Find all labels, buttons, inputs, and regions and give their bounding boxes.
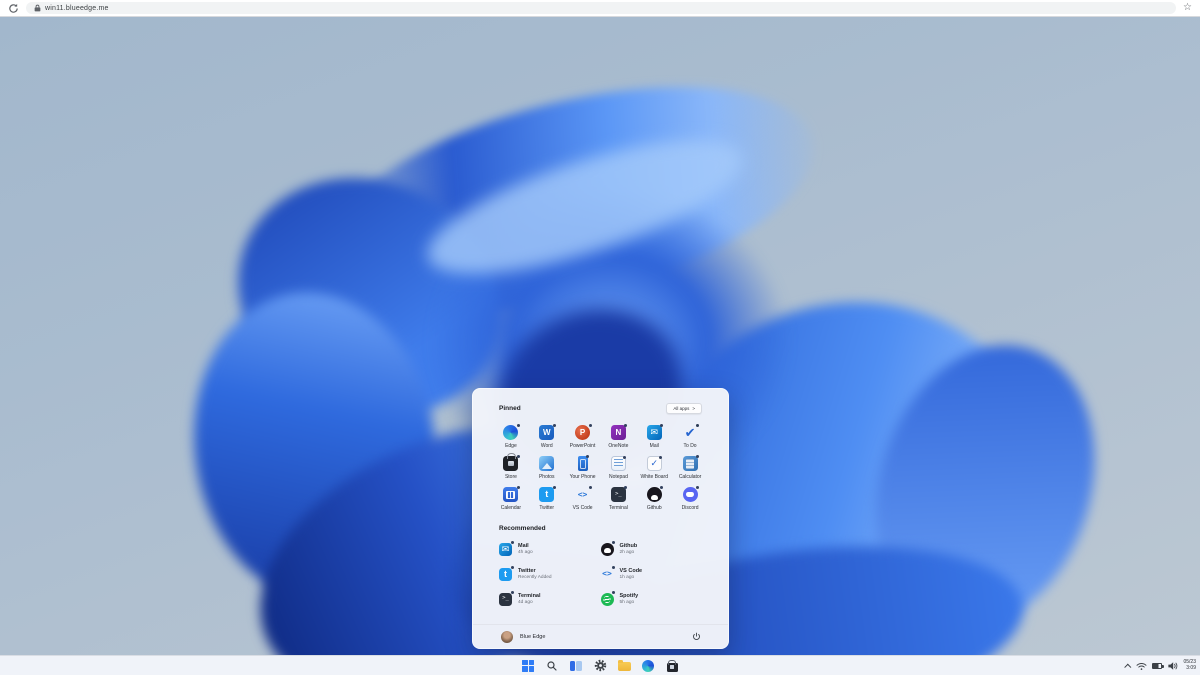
pinned-app-whiteboard[interactable]: ✓ White Board xyxy=(636,453,672,484)
search-button[interactable] xyxy=(545,658,560,673)
recommended-grid: ✉ Mail 4h ago Github 2h ago t Twitter Re… xyxy=(473,536,728,610)
onenote-icon: N xyxy=(611,425,626,440)
pinned-app-todo[interactable]: ✔ To Do xyxy=(672,422,708,453)
edge-button[interactable] xyxy=(641,658,656,673)
browser-toolbar: win11.blueedge.me ☆ xyxy=(0,0,1200,17)
vscode-icon: <> xyxy=(601,568,614,581)
bookmark-star-icon[interactable]: ☆ xyxy=(1183,3,1192,13)
recommended-terminal[interactable]: >_ Terminal 4d ago xyxy=(499,588,601,610)
your-phone-icon xyxy=(578,456,588,471)
pinned-app-powerpoint[interactable]: P PowerPoint xyxy=(565,422,601,453)
all-apps-button[interactable]: All apps > xyxy=(666,403,702,414)
github-icon xyxy=(601,543,614,556)
battery-icon[interactable] xyxy=(1152,663,1162,669)
mail-icon: ✉ xyxy=(647,425,662,440)
search-icon xyxy=(546,660,558,672)
file-explorer-button[interactable] xyxy=(617,658,632,673)
spotify-icon xyxy=(601,593,614,606)
reload-icon[interactable] xyxy=(8,3,19,14)
pinned-app-edge[interactable]: Edge xyxy=(493,422,529,453)
pinned-app-vscode[interactable]: <> VS Code xyxy=(565,484,601,515)
pinned-app-calculator[interactable]: Calculator xyxy=(672,453,708,484)
notepad-icon xyxy=(611,456,626,471)
pinned-apps-grid: Edge W Word P PowerPoint N OneNote ✉ Mai… xyxy=(473,418,728,515)
recommended-section-title: Recommended xyxy=(473,515,728,536)
url-text: win11.blueedge.me xyxy=(45,5,109,12)
recommended-github[interactable]: Github 2h ago xyxy=(601,538,703,560)
word-icon: W xyxy=(539,425,554,440)
start-button[interactable] xyxy=(521,658,536,673)
terminal-icon: >_ xyxy=(499,593,512,606)
store-button[interactable] xyxy=(665,658,680,673)
gear-icon xyxy=(594,659,607,672)
start-menu-footer: Blue Edge xyxy=(473,624,728,648)
pinned-app-yourphone[interactable]: Your Phone xyxy=(565,453,601,484)
clock-time: 3:09 xyxy=(1186,666,1196,672)
speaker-icon[interactable] xyxy=(1167,661,1178,671)
pinned-app-word[interactable]: W Word xyxy=(529,422,565,453)
task-view-button[interactable] xyxy=(569,658,584,673)
pinned-app-notepad[interactable]: Notepad xyxy=(600,453,636,484)
taskbar-clock[interactable]: 05/23 3:09 xyxy=(1183,660,1196,672)
desktop[interactable]: Pinned All apps > Edge W Word P PowerPoi… xyxy=(0,17,1200,655)
vscode-icon: <> xyxy=(575,487,590,502)
twitter-icon: t xyxy=(539,487,554,502)
pinned-app-photos[interactable]: Photos xyxy=(529,453,565,484)
wallpaper-petal xyxy=(304,44,836,354)
system-tray: 05/23 3:09 xyxy=(1126,656,1196,675)
user-avatar[interactable] xyxy=(501,631,513,643)
pinned-app-mail[interactable]: ✉ Mail xyxy=(636,422,672,453)
recommended-twitter[interactable]: t Twitter Recently Added xyxy=(499,563,601,585)
lock-icon xyxy=(34,4,41,12)
pinned-app-discord[interactable]: Discord xyxy=(672,484,708,515)
terminal-icon: >_ xyxy=(611,487,626,502)
calendar-icon xyxy=(503,487,518,502)
edge-icon xyxy=(503,425,518,440)
recommended-vscode[interactable]: <> VS Code 1h ago xyxy=(601,563,703,585)
powerpoint-icon: P xyxy=(575,425,590,440)
calculator-icon xyxy=(683,456,698,471)
pinned-app-terminal[interactable]: >_ Terminal xyxy=(600,484,636,515)
whiteboard-icon: ✓ xyxy=(647,456,662,471)
start-menu: Pinned All apps > Edge W Word P PowerPoi… xyxy=(472,388,729,649)
power-icon[interactable] xyxy=(690,631,702,643)
wallpaper-petal xyxy=(840,317,1129,655)
taskbar: 05/23 3:09 xyxy=(0,655,1200,675)
store-icon xyxy=(503,456,518,471)
mail-icon: ✉ xyxy=(499,543,512,556)
pinned-app-github[interactable]: Github xyxy=(636,484,672,515)
github-icon xyxy=(647,487,662,502)
wifi-icon[interactable] xyxy=(1136,662,1147,671)
folder-icon xyxy=(618,662,631,671)
tray-chevron-up-icon[interactable] xyxy=(1125,663,1132,670)
wallpaper-petal xyxy=(175,277,456,617)
chevron-right-icon: > xyxy=(692,406,695,411)
pinned-app-store[interactable]: Store xyxy=(493,453,529,484)
edge-icon xyxy=(642,660,654,672)
recommended-spotify[interactable]: Spotify 5h ago xyxy=(601,588,703,610)
task-view-icon xyxy=(570,661,583,671)
user-name: Blue Edge xyxy=(520,634,545,640)
windows-logo-icon xyxy=(522,660,534,672)
todo-icon: ✔ xyxy=(683,425,698,440)
pinned-app-calendar[interactable]: Calendar xyxy=(493,484,529,515)
store-bag-icon xyxy=(667,663,678,672)
pinned-section-title: Pinned xyxy=(499,405,521,412)
settings-button[interactable] xyxy=(593,658,608,673)
photos-icon xyxy=(539,456,554,471)
pinned-app-onenote[interactable]: N OneNote xyxy=(600,422,636,453)
pinned-app-twitter[interactable]: t Twitter xyxy=(529,484,565,515)
address-bar[interactable]: win11.blueedge.me xyxy=(26,2,1176,14)
wallpaper-petal xyxy=(414,113,756,301)
twitter-icon: t xyxy=(499,568,512,581)
discord-icon xyxy=(683,487,698,502)
recommended-mail[interactable]: ✉ Mail 4h ago xyxy=(499,538,601,560)
